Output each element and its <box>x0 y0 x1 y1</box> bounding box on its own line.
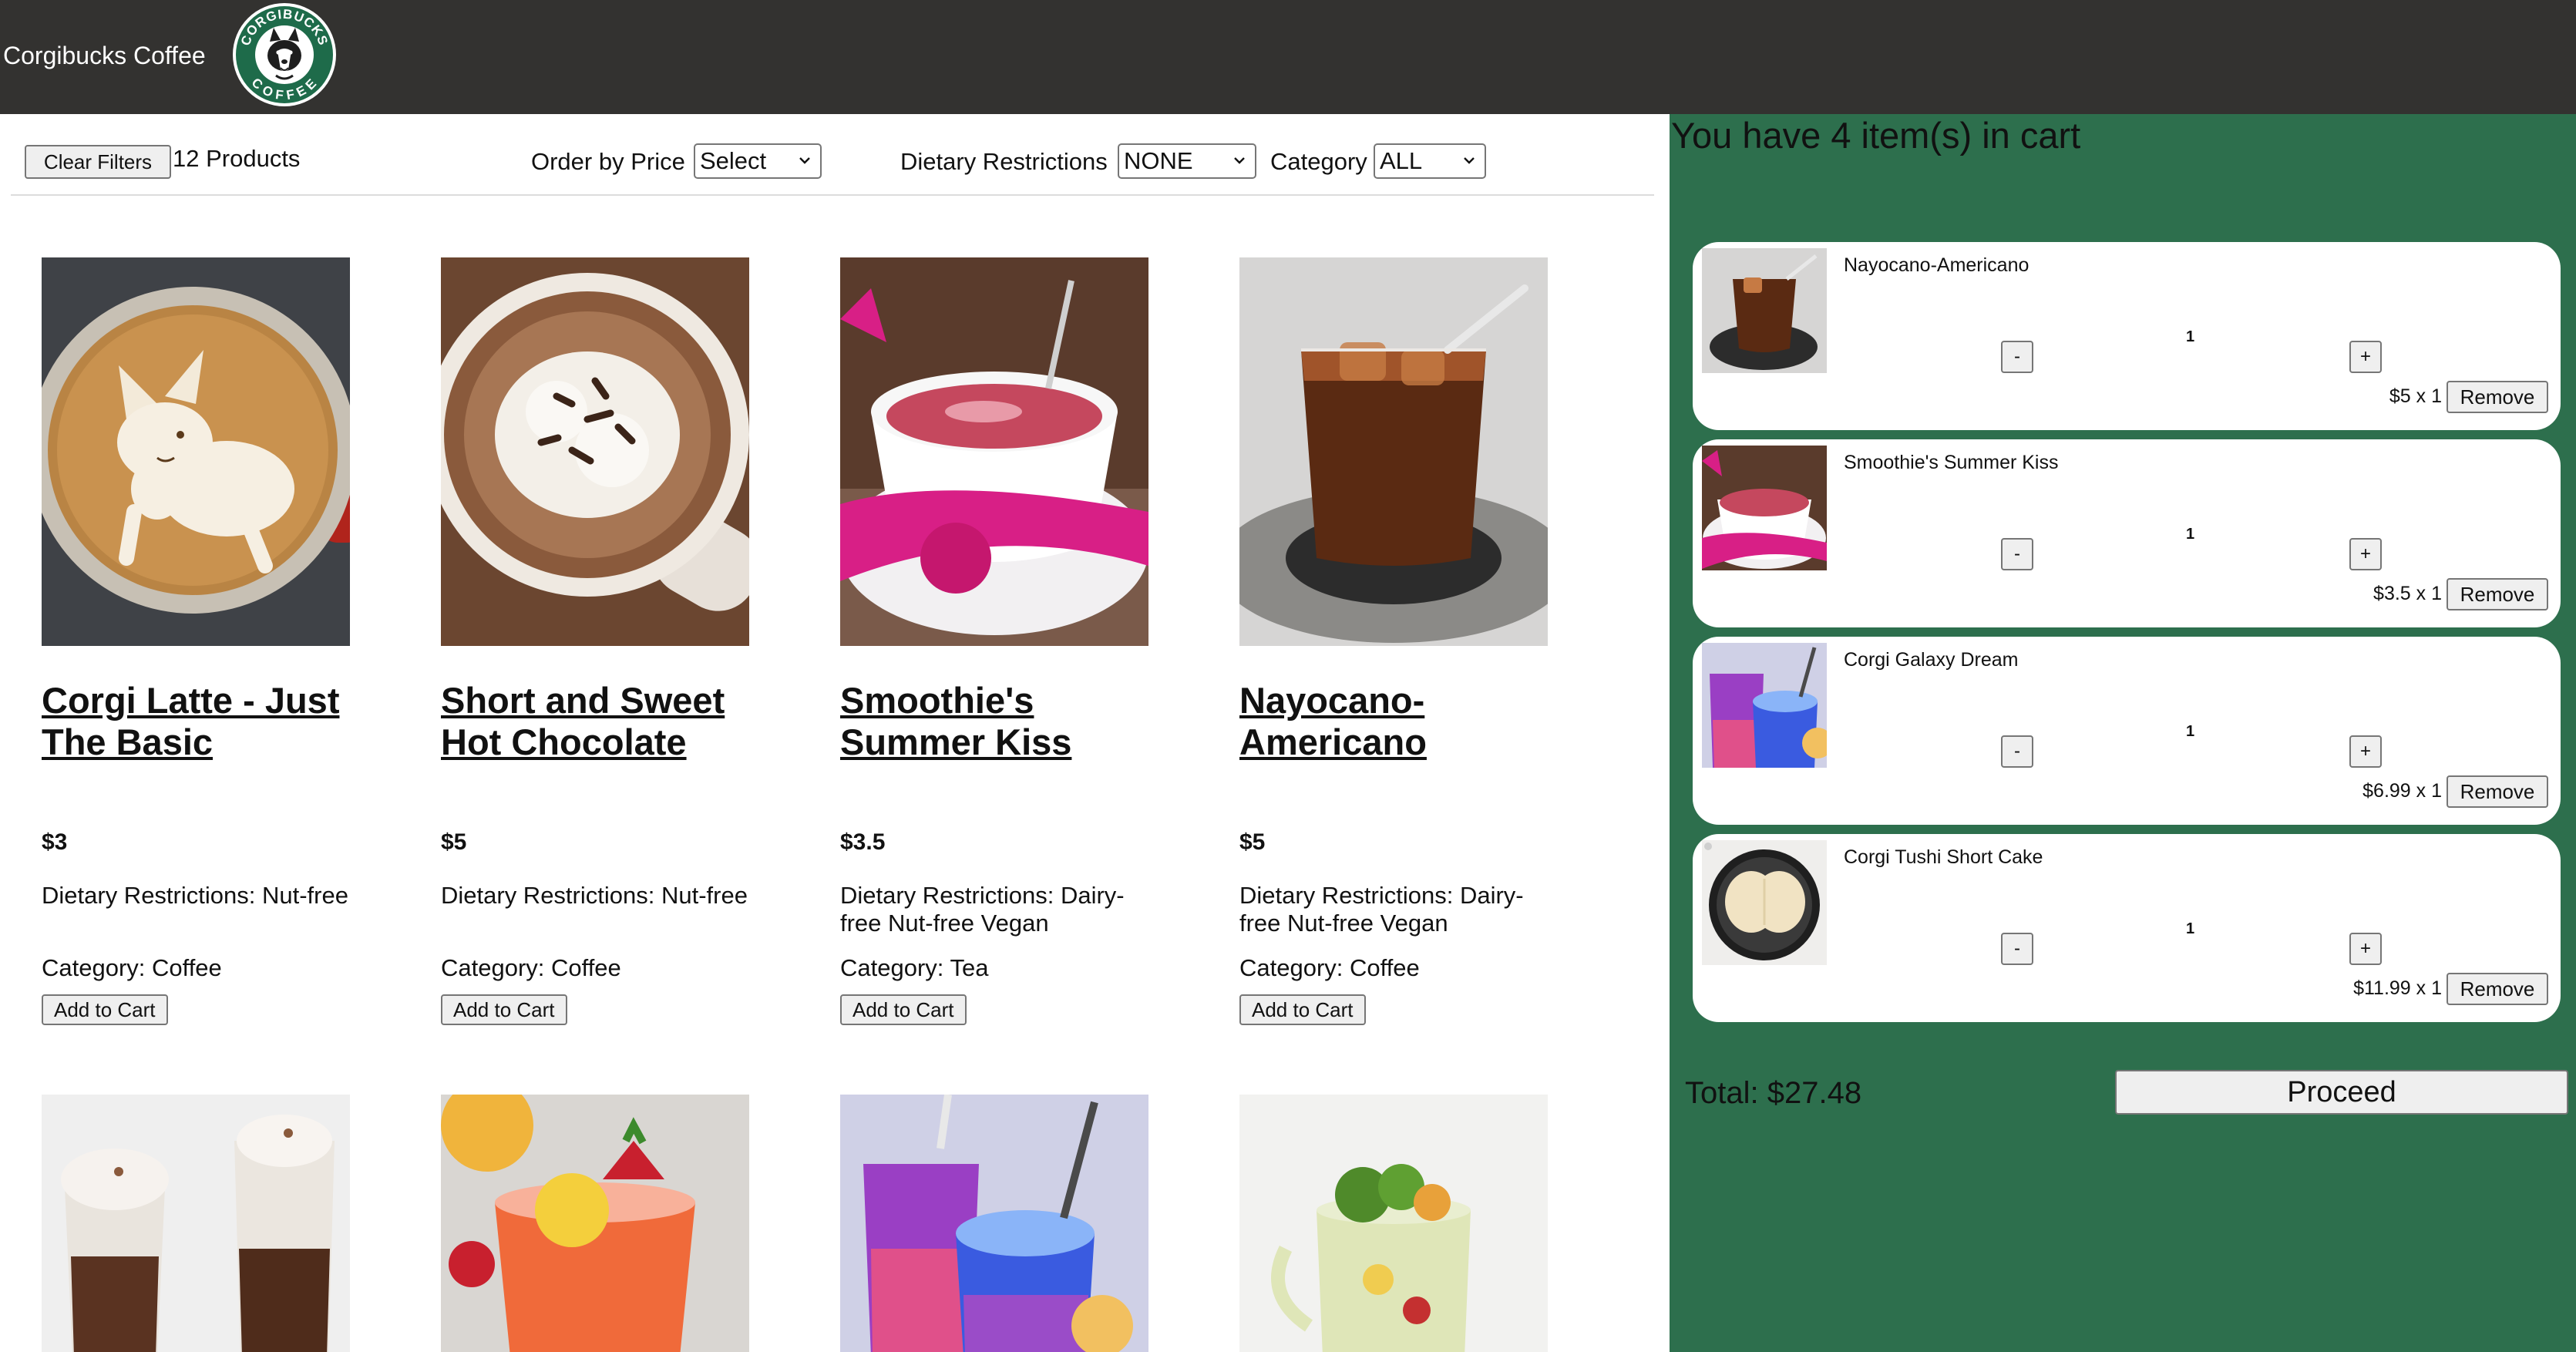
cart-item: Nayocano-Americano - 1 + $5 x 1 Remove <box>1693 242 2561 430</box>
product-title[interactable]: Nayocano-Americano <box>1239 680 1548 826</box>
remove-item-button[interactable]: Remove <box>2447 381 2548 413</box>
cart-item: Smoothie's Summer Kiss - 1 + $3.5 x 1 Re… <box>1693 439 2561 627</box>
chevron-down-icon <box>1234 157 1245 164</box>
strawberry-lemonade-image[interactable] <box>441 1095 749 1352</box>
product-dietary-restrictions: Dietary Restrictions: Dairy-free Nut-fre… <box>840 882 1125 937</box>
cart-item-price: $5 x 1 <box>2389 385 2442 407</box>
cart-item-quantity: 1 <box>2186 328 2195 345</box>
cart-item: Corgi Tushi Short Cake - 1 + $11.99 x 1 … <box>1693 834 2561 1022</box>
product-category: Category: Coffee <box>42 954 222 981</box>
mojito-jar-image[interactable] <box>1239 1095 1548 1352</box>
product-price: $3.5 <box>840 829 886 855</box>
remove-item-button[interactable]: Remove <box>2447 973 2548 1005</box>
remove-item-button[interactable]: Remove <box>2447 775 2548 808</box>
category-select[interactable]: ALL <box>1374 143 1486 179</box>
add-to-cart-button[interactable]: Add to Cart <box>441 994 567 1025</box>
cart-item-image <box>1702 248 1827 373</box>
cart-item-name: Corgi Galaxy Dream <box>1844 649 2019 671</box>
cart-heading: You have 4 item(s) in cart <box>1671 115 2081 156</box>
product-card: Nayocano-Americano $5 Dietary Restrictio… <box>1239 257 1548 1025</box>
cart-item-price: $11.99 x 1 <box>2353 977 2442 999</box>
increase-quantity-button[interactable]: + <box>2349 933 2382 965</box>
decrease-quantity-button[interactable]: - <box>2001 735 2033 768</box>
cart-item-image <box>1702 446 1827 570</box>
decrease-quantity-button[interactable]: - <box>2001 341 2033 373</box>
brand-name[interactable]: Corgibucks Coffee <box>3 42 206 70</box>
increase-quantity-button[interactable]: + <box>2349 538 2382 570</box>
order-by-price-value: Select <box>700 147 767 174</box>
increase-quantity-button[interactable]: + <box>2349 735 2382 768</box>
chevron-down-icon <box>799 157 810 164</box>
product-area: Clear Filters 12 Products Order by Price… <box>0 114 1670 1352</box>
order-by-price-label: Order by Price <box>531 148 685 175</box>
cart-panel: You have 4 item(s) in cart Nayocano-Amer… <box>1670 114 2576 1352</box>
iced-americano-image[interactable] <box>1239 257 1548 646</box>
product-category: Category: Coffee <box>441 954 621 981</box>
cart-item-name: Smoothie's Summer Kiss <box>1844 452 2059 473</box>
product-price: $5 <box>1239 829 1266 855</box>
summer-kiss-image[interactable] <box>840 257 1148 646</box>
product-price: $5 <box>441 829 467 855</box>
product-dietary-restrictions: Dietary Restrictions: Nut-free <box>42 882 348 909</box>
order-by-price-select[interactable]: Select <box>694 143 822 179</box>
chevron-down-icon <box>1464 157 1475 164</box>
hot-chocolate-image[interactable] <box>441 257 749 646</box>
decrease-quantity-button[interactable]: - <box>2001 538 2033 570</box>
product-title[interactable]: Smoothie's Summer Kiss <box>840 680 1148 826</box>
corgi-latte-image[interactable] <box>42 257 350 646</box>
increase-quantity-button[interactable]: + <box>2349 341 2382 373</box>
cart-item-quantity: 1 <box>2186 723 2195 740</box>
add-to-cart-button[interactable]: Add to Cart <box>42 994 168 1025</box>
product-dietary-restrictions: Dietary Restrictions: Nut-free <box>441 882 748 909</box>
product-card: Short and Sweet Hot Chocolate $5 Dietary… <box>441 257 749 1025</box>
top-header: Corgibucks Coffee CORGIBUCKS COFFEE <box>0 0 2576 114</box>
cart-item-name: Corgi Tushi Short Cake <box>1844 846 2043 868</box>
corgibucks-logo[interactable]: CORGIBUCKS COFFEE <box>231 2 338 108</box>
dietary-restrictions-label: Dietary Restrictions <box>900 148 1108 175</box>
filter-bar: Clear Filters 12 Products Order by Price… <box>11 114 1654 196</box>
product-card: Corgi Latte - Just The Basic $3 Dietary … <box>42 257 350 1025</box>
product-title[interactable]: Short and Sweet Hot Chocolate <box>441 680 749 826</box>
product-category: Category: Tea <box>840 954 989 981</box>
galaxy-drink-image[interactable] <box>840 1095 1148 1352</box>
product-title[interactable]: Corgi Latte - Just The Basic <box>42 680 350 826</box>
add-to-cart-button[interactable]: Add to Cart <box>1239 994 1366 1025</box>
category-label: Category <box>1270 148 1367 175</box>
product-category: Category: Coffee <box>1239 954 1420 981</box>
cart-item-image <box>1702 840 1827 965</box>
product-dietary-restrictions: Dietary Restrictions: Dairy-free Nut-fre… <box>1239 882 1524 937</box>
decrease-quantity-button[interactable]: - <box>2001 933 2033 965</box>
product-card: Smoothie's Summer Kiss $3.5 Dietary Rest… <box>840 257 1148 1025</box>
cart-item-image <box>1702 643 1827 768</box>
cart-item-quantity: 1 <box>2186 526 2195 543</box>
cart-total: Total: $27.48 <box>1685 1076 1862 1110</box>
add-to-cart-button[interactable]: Add to Cart <box>840 994 967 1025</box>
cart-item-price: $3.5 x 1 <box>2373 583 2442 604</box>
clear-filters-button[interactable]: Clear Filters <box>25 145 171 179</box>
cart-item: Corgi Galaxy Dream - 1 + $6.99 x 1 Remov… <box>1693 637 2561 825</box>
cart-item-name: Nayocano-Americano <box>1844 254 2030 276</box>
dietary-restrictions-value: NONE <box>1124 147 1193 174</box>
remove-item-button[interactable]: Remove <box>2447 578 2548 610</box>
product-count: 12 Products <box>173 145 301 172</box>
product-price: $3 <box>42 829 68 855</box>
dietary-restrictions-select[interactable]: NONE <box>1118 143 1256 179</box>
cart-item-quantity: 1 <box>2186 920 2195 937</box>
proceed-button[interactable]: Proceed <box>2115 1070 2568 1115</box>
category-value: ALL <box>1380 147 1423 174</box>
cart-item-price: $6.99 x 1 <box>2362 780 2442 802</box>
layered-hot-chocolate-image[interactable] <box>42 1095 350 1352</box>
